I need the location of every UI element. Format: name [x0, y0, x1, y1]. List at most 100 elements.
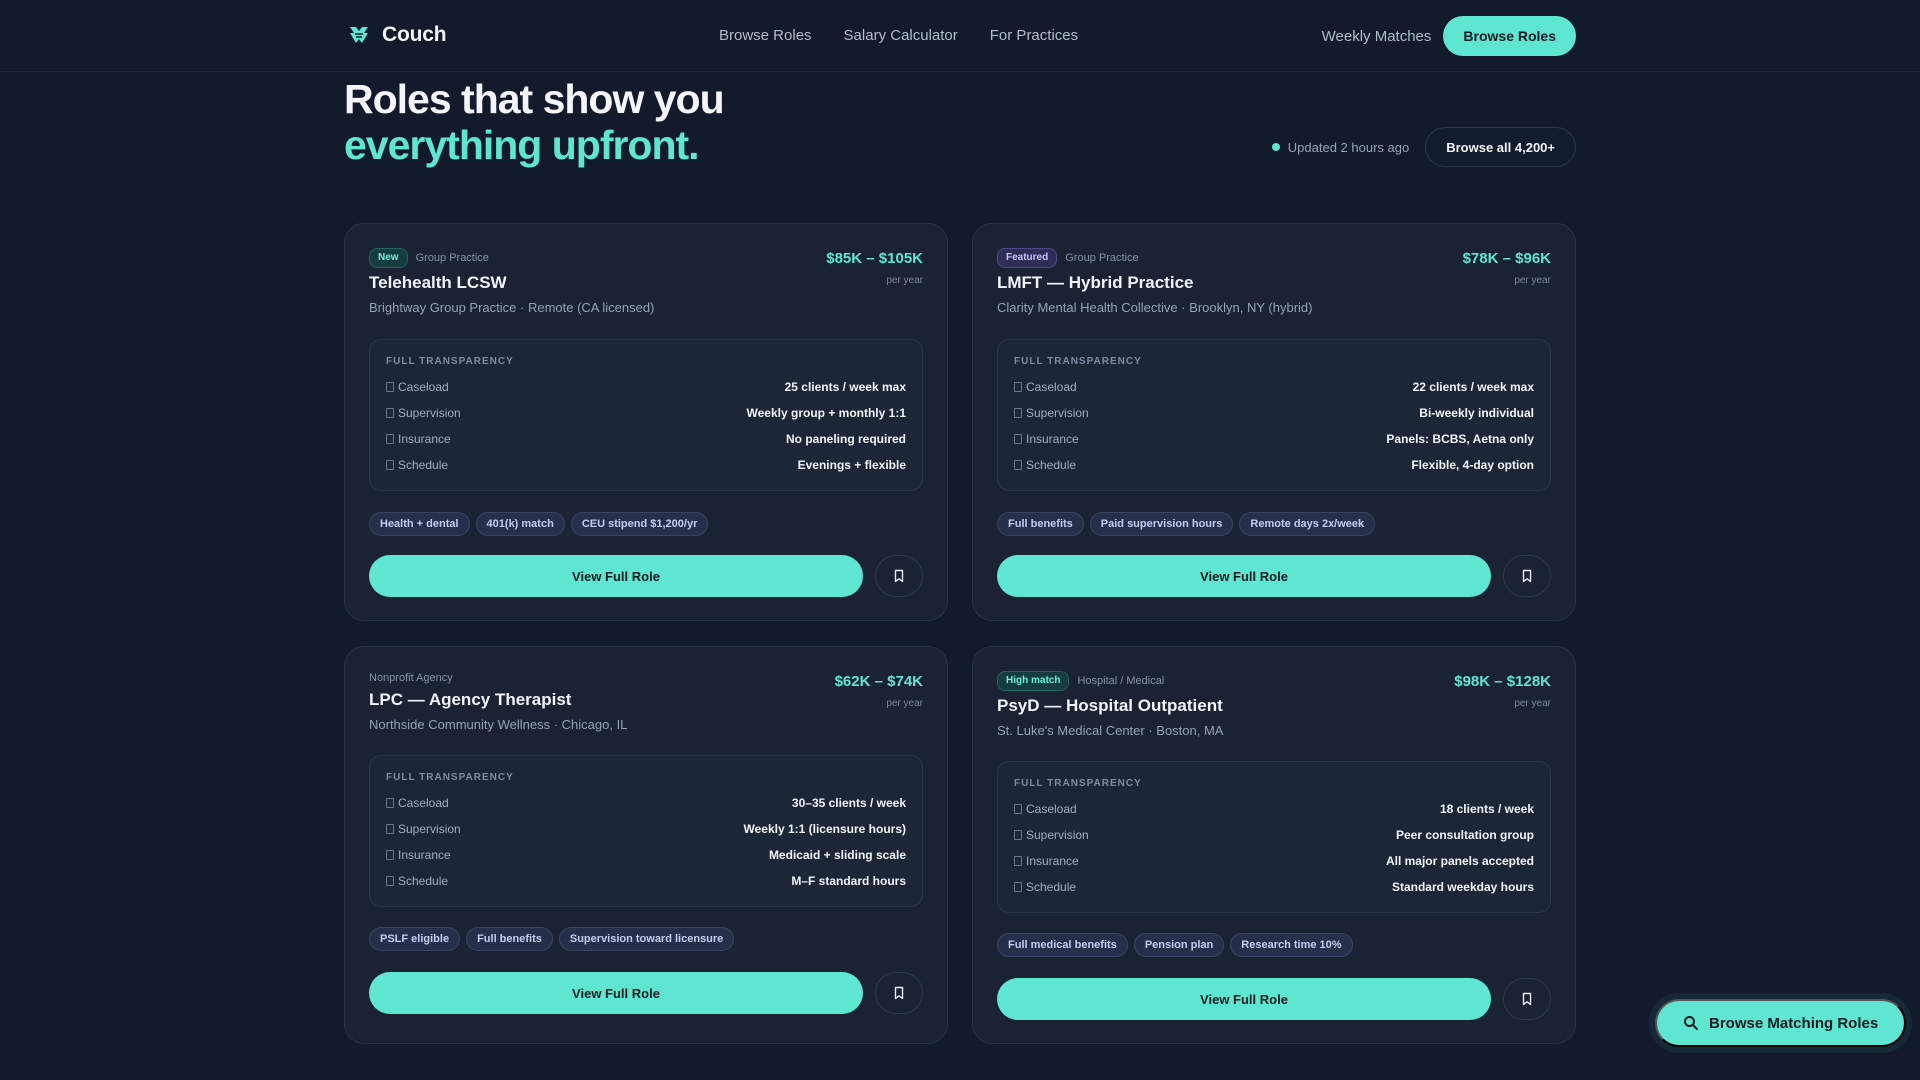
document-icon [386, 434, 394, 444]
bookmark-button[interactable] [875, 972, 923, 1014]
status-badge: New [369, 248, 408, 268]
document-icon [1014, 382, 1022, 392]
detail-row-caseload: Caseload 25 clients / week max [386, 374, 906, 400]
nav-right: Weekly Matches Browse Roles [1322, 16, 1576, 56]
bookmark-icon [894, 986, 904, 1000]
detail-value: 18 clients / week [1439, 802, 1534, 816]
bookmark-icon [1522, 992, 1532, 1006]
detail-value: 22 clients / week max [1412, 380, 1534, 394]
salary-value: $98K – $128K [1454, 673, 1551, 690]
bookmark-button[interactable] [1503, 978, 1551, 1020]
bookmark-icon [894, 569, 904, 583]
bookmark-button[interactable] [1503, 555, 1551, 597]
nav-link-for-practices[interactable]: For Practices [990, 27, 1078, 44]
brand-name: Couch [382, 23, 447, 46]
detail-label: Insurance [398, 848, 451, 862]
document-icon [1014, 856, 1022, 866]
search-icon [1684, 1016, 1698, 1030]
document-icon [1014, 434, 1022, 444]
card-actions: View Full Role [369, 555, 923, 597]
detail-label: Schedule [1026, 458, 1077, 472]
salary-value: $85K – $105K [826, 250, 923, 267]
detail-label: Caseload [1026, 802, 1077, 816]
nav-link-browse-roles[interactable]: Browse Roles [719, 27, 812, 44]
detail-value: M–F standard hours [791, 874, 906, 888]
salary-value: $62K – $74K [834, 673, 923, 690]
salary-range: $85K – $105K per year [826, 250, 923, 286]
nav-link-salary-calculator[interactable]: Salary Calculator [844, 27, 958, 44]
document-icon [1014, 460, 1022, 470]
detail-row-insurance: Insurance No paneling required [386, 426, 906, 452]
view-full-role-button[interactable]: View Full Role [369, 972, 863, 1014]
detail-label: Supervision [1026, 828, 1089, 842]
browse-all-button[interactable]: Browse all 4,200+ [1425, 127, 1576, 167]
detail-label: Supervision [1026, 406, 1089, 420]
document-icon [1014, 882, 1022, 892]
updated-text: Updated 2 hours ago [1287, 139, 1410, 155]
detail-row-insurance: Insurance Panels: BCBS, Aetna only [1014, 426, 1534, 452]
detail-label: Caseload [1026, 380, 1077, 394]
detail-row-insurance: Insurance All major panels accepted [1014, 848, 1534, 874]
detail-label: Insurance [1026, 432, 1079, 446]
bookmark-icon [1522, 569, 1532, 583]
updated-status: Updated 2 hours ago [1271, 139, 1410, 155]
hero-title-accent: everything upfront. [344, 122, 700, 168]
benefit-tag: PSLF eligible [369, 927, 461, 951]
detail-label: Schedule [398, 874, 449, 888]
detail-value: Evenings + flexible [797, 458, 906, 472]
salary-range: $62K – $74K per year [835, 673, 923, 709]
brand-logo[interactable]: Couch [346, 22, 447, 48]
detail-row-caseload: Caseload 30–35 clients / week [386, 790, 906, 816]
salary-period: per year [1514, 275, 1551, 286]
role-subtitle: Brightway Group Practice · Remote (CA li… [369, 300, 655, 315]
logo-icon [346, 22, 372, 48]
view-full-role-button[interactable]: View Full Role [997, 978, 1491, 1020]
transparency-title: FULL TRANSPARENCY [386, 772, 514, 783]
browse-matching-roles-label: Browse Matching Roles [1709, 1014, 1879, 1032]
detail-value: Flexible, 4-day option [1411, 458, 1534, 472]
status-badge: High match [997, 671, 1070, 691]
browse-matching-roles-button[interactable]: Browse Matching Roles [1655, 999, 1907, 1047]
detail-row-caseload: Caseload 18 clients / week [1014, 796, 1534, 822]
salary-range: $98K – $128K per year [1454, 673, 1551, 709]
benefit-tag: Full benefits [466, 927, 553, 951]
role-card: Nonprofit Agency LPC — Agency Therapist … [344, 646, 948, 1044]
detail-row-caseload: Caseload 22 clients / week max [1014, 374, 1534, 400]
nav-link-weekly-matches[interactable]: Weekly Matches [1322, 28, 1432, 45]
detail-row-supervision: Supervision Weekly 1:1 (licensure hours) [386, 816, 906, 842]
benefit-tags: Full benefits Paid supervision hours Rem… [997, 512, 1376, 536]
card-category: Group Practice [1065, 252, 1139, 264]
detail-row-supervision: Supervision Weekly group + monthly 1:1 [386, 400, 906, 426]
view-full-role-button[interactable]: View Full Role [997, 555, 1491, 597]
detail-row-schedule: Schedule M–F standard hours [386, 868, 906, 894]
card-category: Hospital / Medical [1077, 675, 1165, 687]
benefit-tag: Pension plan [1133, 933, 1225, 957]
hero: Roles that show you everything upfront. [344, 76, 725, 168]
salary-period: per year [886, 275, 923, 286]
document-icon [1014, 408, 1022, 418]
detail-row-schedule: Schedule Standard weekday hours [1014, 874, 1534, 900]
benefit-tag: Remote days 2x/week [1239, 512, 1376, 536]
detail-label: Caseload [398, 796, 449, 810]
card-actions: View Full Role [997, 555, 1551, 597]
detail-label: Supervision [398, 406, 461, 420]
detail-row-insurance: Insurance Medicaid + sliding scale [386, 842, 906, 868]
detail-value: All major panels accepted [1385, 854, 1534, 868]
nav-links: Browse Roles Salary Calculator For Pract… [719, 27, 1078, 44]
role-card: High match Hospital / Medical PsyD — Hos… [972, 646, 1576, 1044]
detail-row-supervision: Supervision Bi-weekly individual [1014, 400, 1534, 426]
bookmark-button[interactable] [875, 555, 923, 597]
browse-roles-button[interactable]: Browse Roles [1443, 16, 1576, 56]
role-subtitle: Northside Community Wellness · Chicago, … [369, 717, 628, 732]
benefit-tag: 401(k) match [475, 512, 565, 536]
document-icon [386, 798, 394, 808]
role-subtitle: St. Luke's Medical Center · Boston, MA [997, 723, 1224, 738]
role-card: New Group Practice Telehealth LCSW Brigh… [344, 223, 948, 621]
card-category: Group Practice [415, 252, 489, 264]
detail-label: Insurance [1026, 854, 1079, 868]
transparency-panel: FULL TRANSPARENCY Caseload 22 clients / … [997, 339, 1551, 491]
role-subtitle: Clarity Mental Health Collective · Brook… [997, 300, 1313, 315]
document-icon [386, 876, 394, 886]
card-category: Nonprofit Agency [369, 672, 453, 684]
view-full-role-button[interactable]: View Full Role [369, 555, 863, 597]
